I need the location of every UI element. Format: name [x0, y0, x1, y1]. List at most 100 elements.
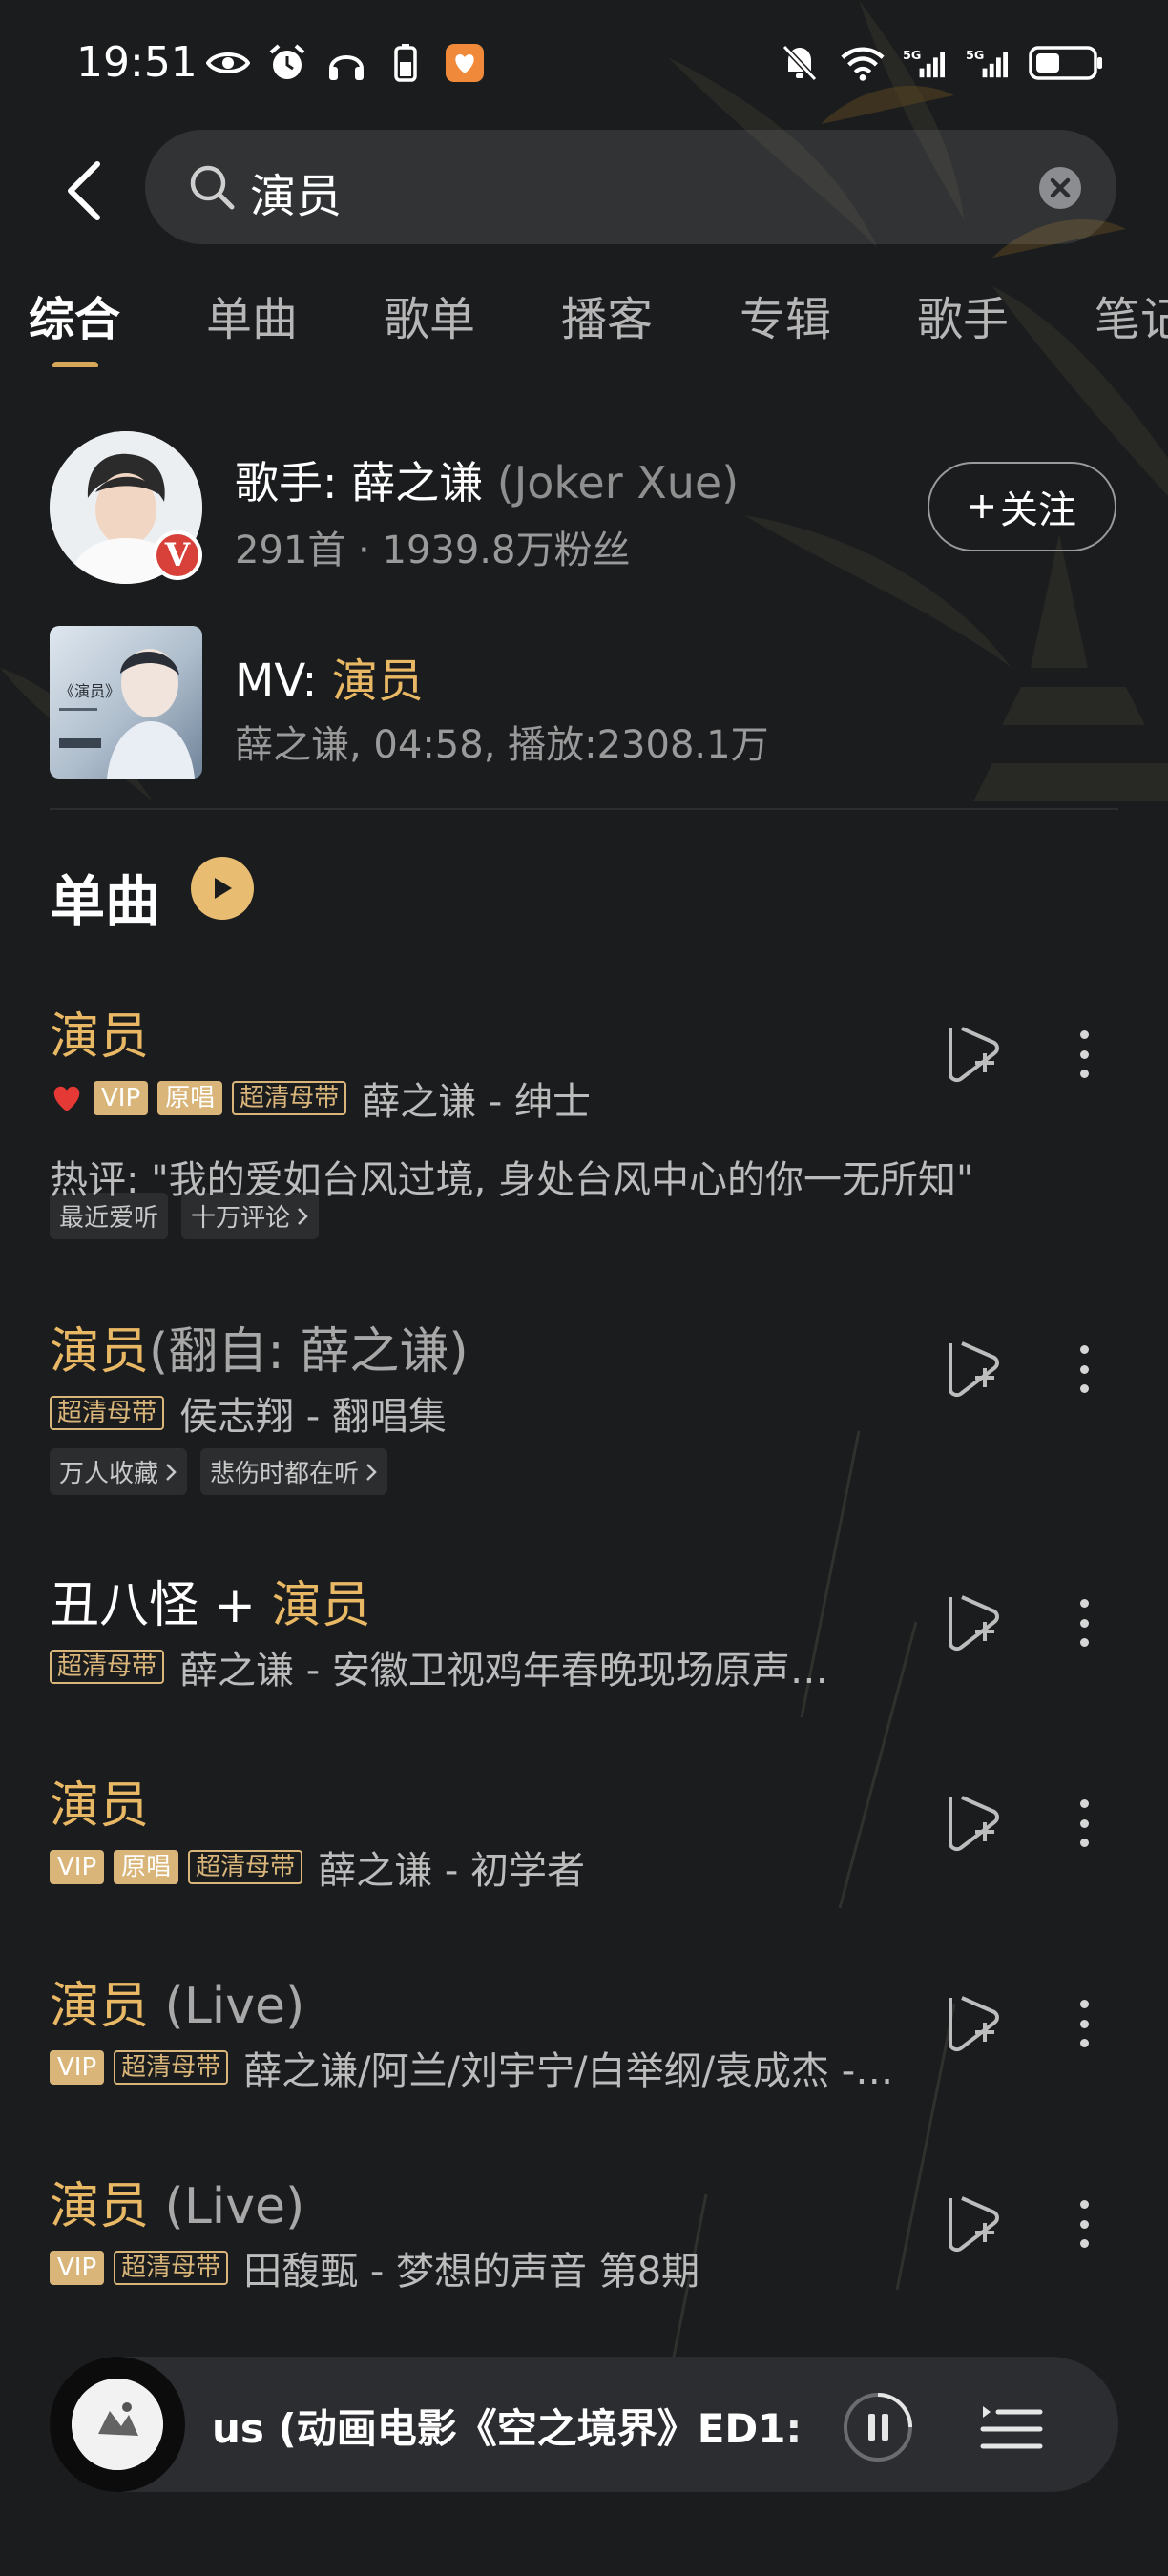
- song-title: 丑八怪 + 演员: [50, 1565, 371, 1636]
- section-title-singles: 单曲: [50, 869, 161, 934]
- song-artist-album: 薛之谦 - 初学者: [318, 1849, 586, 1893]
- sq-badge: 超清母带: [50, 1396, 165, 1430]
- song-title-highlight: 演员: [271, 1577, 371, 1634]
- phone-battery-icon: [383, 42, 428, 84]
- song-title-suffix: (Live): [164, 2178, 305, 2235]
- song-title-prefix: 丑八怪 +: [50, 1577, 272, 1634]
- song-title-highlight: 演员: [50, 1777, 150, 1835]
- bell-off-icon: [777, 42, 823, 84]
- tab-notes[interactable]: 笔记: [1095, 281, 1168, 348]
- song-title: 演员 (Live): [50, 1965, 304, 2037]
- vip-badge: VIP: [50, 1850, 105, 1884]
- tag-comments[interactable]: 十万评论: [181, 1193, 320, 1239]
- add-to-playlist-icon[interactable]: [945, 1025, 1000, 1084]
- vip-badge: VIP: [94, 1081, 149, 1115]
- song-tags: 万人收藏 悲伤时都在听: [50, 1448, 388, 1495]
- singer-name-en: (Joker Xue): [483, 457, 740, 509]
- follow-button[interactable]: 关注: [928, 462, 1116, 551]
- add-to-playlist-icon[interactable]: [945, 1794, 1000, 1853]
- chevron-right-icon: [298, 1207, 308, 1225]
- tab-overall[interactable]: 综合: [29, 281, 120, 348]
- app-notify-icon: [442, 42, 488, 84]
- vip-badge: VIP: [50, 2050, 105, 2085]
- song-meta: 超清母带 薛之谦 - 安徽卫视鸡年春晚现场原声专辑: [50, 1639, 847, 1694]
- status-icons-right: 5G 5G: [777, 42, 1105, 84]
- more-options-button[interactable]: [1067, 1593, 1101, 1652]
- chevron-left-icon: [68, 161, 100, 220]
- clear-search-icon[interactable]: [1038, 166, 1082, 210]
- album-cover: [72, 2379, 163, 2470]
- liked-heart-icon[interactable]: [50, 1081, 84, 1115]
- sq-badge: 超清母带: [232, 1081, 347, 1115]
- tab-singles[interactable]: 单曲: [206, 281, 298, 348]
- song-title: 演员: [50, 996, 149, 1068]
- song-title-highlight: 演员: [50, 1978, 150, 2035]
- chevron-right-icon: [366, 1463, 377, 1481]
- more-options-button[interactable]: [1067, 1025, 1101, 1084]
- singer-title[interactable]: 歌手: 薛之谦 (Joker Xue): [235, 448, 739, 511]
- more-options-button[interactable]: [1067, 2194, 1101, 2254]
- mv-meta: 薛之谦, 04:58, 播放:2308.1万: [235, 723, 769, 767]
- now-playing-title: us (动画电影《空之境界》ED1:: [212, 2405, 803, 2452]
- singer-prefix: 歌手:: [235, 457, 352, 509]
- mini-player[interactable]: us (动画电影《空之境界》ED1:: [50, 2357, 1118, 2492]
- follow-label: 关注: [1000, 488, 1076, 532]
- wifi-icon: [840, 42, 886, 84]
- singer-stats: 291首 · 1939.8万粉丝: [235, 529, 631, 572]
- tab-podcasts[interactable]: 播客: [561, 281, 653, 348]
- tab-active-indicator: [52, 362, 98, 367]
- song-title: 演员 (Live): [50, 2166, 304, 2237]
- vip-badge: VIP: [50, 2251, 105, 2285]
- song-artist-album: 薛之谦/阿兰/刘宇宁/白举纲/袁成杰 - 声生不息·宝岛季 第8期: [243, 2049, 903, 2093]
- tag-sad-listening[interactable]: 悲伤时都在听: [200, 1448, 388, 1495]
- play-all-button[interactable]: [191, 857, 254, 920]
- mv-thumbnail[interactable]: 《演员》: [50, 626, 202, 779]
- mv-title-highlight: 演员: [331, 654, 424, 708]
- signal-5g-icon: 5G: [966, 42, 1012, 84]
- add-to-playlist-icon[interactable]: [945, 1340, 1000, 1399]
- song-title-highlight: 演员: [50, 1323, 150, 1381]
- song-artist-album: 侯志翔 - 翻唱集: [179, 1395, 447, 1439]
- back-button[interactable]: [55, 153, 113, 229]
- add-to-playlist-icon[interactable]: [945, 1593, 1000, 1652]
- song-title: 演员: [50, 1765, 149, 1837]
- verified-badge-icon: V: [153, 530, 202, 580]
- song-title-highlight: 演员: [50, 1008, 150, 1066]
- song-title: 演员(翻自: 薛之谦): [50, 1311, 469, 1382]
- more-options-button[interactable]: [1067, 1994, 1101, 2053]
- status-bar: 19:51 5G 5G: [0, 0, 1168, 134]
- tag-collected[interactable]: 万人收藏: [50, 1448, 188, 1495]
- play-icon: [215, 878, 232, 899]
- more-options-button[interactable]: [1067, 1340, 1101, 1399]
- original-badge: 原唱: [157, 1081, 223, 1115]
- original-badge: 原唱: [114, 1850, 179, 1884]
- tab-albums[interactable]: 专辑: [740, 281, 831, 348]
- song-meta: VIP 原唱 超清母带 薛之谦 - 初学者: [50, 1839, 585, 1895]
- eye-icon: [205, 42, 251, 84]
- song-meta: VIP 原唱 超清母带 薛之谦 - 绅士: [50, 1070, 591, 1126]
- alarm-icon: [264, 42, 310, 84]
- song-title-suffix: (翻自: 薛之谦): [149, 1323, 469, 1381]
- song-tags: 最近爱听 十万评论: [50, 1193, 320, 1239]
- playlist-queue-icon[interactable]: [975, 2391, 1048, 2463]
- song-artist-album: 薛之谦 - 安徽卫视鸡年春晚现场原声专辑: [179, 1649, 848, 1693]
- search-query-text: 演员: [250, 170, 343, 223]
- headphones-icon: [323, 42, 369, 84]
- signal-5g-icon: 5G: [903, 42, 949, 84]
- tag-recently-loved[interactable]: 最近爱听: [50, 1193, 169, 1239]
- svg-text:《演员》: 《演员》: [59, 682, 120, 700]
- add-to-playlist-icon[interactable]: [945, 1994, 1000, 2053]
- sq-badge: 超清母带: [114, 2050, 229, 2085]
- mv-title[interactable]: MV: 演员: [235, 643, 424, 710]
- category-tabs: 综合 单曲 歌单 播客 专辑 歌手 笔记: [0, 281, 1168, 367]
- sq-badge: 超清母带: [188, 1850, 303, 1884]
- now-playing-disc[interactable]: [50, 2357, 185, 2492]
- song-artist-album: 田馥甄 - 梦想的声音 第8期: [243, 2250, 700, 2294]
- search-input[interactable]: 演员: [145, 130, 1116, 244]
- tab-singers[interactable]: 歌手: [917, 281, 1009, 348]
- pause-icon[interactable]: [842, 2391, 914, 2463]
- more-options-button[interactable]: [1067, 1794, 1101, 1853]
- tab-playlists[interactable]: 歌单: [384, 281, 475, 348]
- add-to-playlist-icon[interactable]: [945, 2194, 1000, 2254]
- plus-icon: [970, 495, 993, 518]
